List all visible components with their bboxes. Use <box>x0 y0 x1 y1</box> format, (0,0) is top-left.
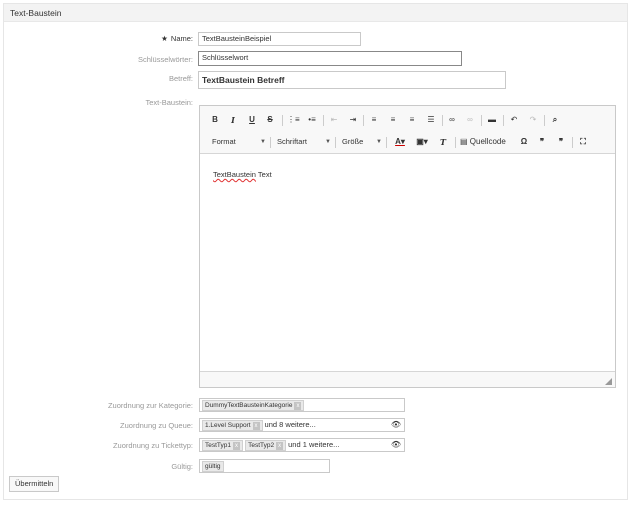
align-justify-icon[interactable]: ☰ <box>425 114 437 126</box>
tag-remove-icon[interactable]: x <box>233 442 241 450</box>
snippet-icon[interactable]: ❞ <box>554 136 568 148</box>
submit-button[interactable]: Übermitteln <box>9 476 60 492</box>
eye-icon[interactable]: 👁 <box>391 419 401 431</box>
editor-content-rest: Text <box>255 170 272 179</box>
queue-more[interactable]: und 8 weitere... <box>265 420 316 429</box>
keywords-label: Schlüsselwörter: <box>137 55 193 64</box>
queue-select[interactable]: 1.Level Support x und 8 weitere... 👁 <box>199 418 405 432</box>
panel-title: Text-Baustein <box>10 8 62 18</box>
panel-header: Text-Baustein <box>4 4 627 22</box>
tickettype-select[interactable]: TestTyp1 x TestTyp2 x und 1 weitere... 👁 <box>199 438 405 452</box>
tickettype-tag: TestTyp2 x <box>245 440 287 451</box>
name-input[interactable]: TextBausteinBeispiel <box>198 32 361 46</box>
category-tag: DummyTextBausteinKategorie x <box>202 400 305 411</box>
blockquote-icon[interactable]: ❞ <box>536 136 548 148</box>
resize-handle-icon[interactable] <box>605 378 612 385</box>
tickettype-more[interactable]: und 1 weitere... <box>288 440 339 449</box>
eye-icon[interactable]: 👁 <box>391 439 401 451</box>
font-select[interactable]: Schriftart ▼ <box>277 136 331 148</box>
text-color-icon[interactable]: A▾ <box>392 136 408 148</box>
chevron-down-icon: ▼ <box>260 139 266 145</box>
bullet-list-icon[interactable]: •≡ <box>306 114 318 126</box>
source-icon: ▤ <box>460 137 468 146</box>
tickettype-tag: TestTyp1 x <box>202 440 244 451</box>
undo-icon[interactable]: ↶ <box>508 114 520 126</box>
queue-label: Zuordnung zu Queue: <box>120 421 193 430</box>
rich-text-editor: B I U S ⋮≡ •≡ ⇤ ⇥ ≡ ≡ ≡ ☰ ∞ ∞ ▬ ↶ ↷ ⌕ Fo… <box>199 105 616 388</box>
tag-remove-icon[interactable]: x <box>294 402 302 410</box>
keywords-input[interactable]: Schlüsselwort <box>198 51 462 66</box>
tag-remove-icon[interactable]: x <box>252 422 260 430</box>
required-icon: ★ <box>161 34 168 43</box>
fullscreen-icon[interactable]: ⛶ <box>577 136 589 148</box>
outdent-icon[interactable]: ⇤ <box>328 114 340 126</box>
align-left-icon[interactable]: ≡ <box>368 114 380 126</box>
background-color-icon[interactable]: ▣▾ <box>414 136 430 148</box>
source-button[interactable]: ▤ Quellcode <box>460 136 514 148</box>
bold-button[interactable]: B <box>209 114 221 126</box>
underline-button[interactable]: U <box>246 114 258 126</box>
subject-input[interactable]: TextBaustein Betreff <box>198 71 506 89</box>
category-select[interactable]: DummyTextBausteinKategorie x <box>199 398 405 412</box>
strikethrough-button[interactable]: S <box>264 114 276 126</box>
find-icon[interactable]: ⌕ <box>549 114 561 126</box>
numbered-list-icon[interactable]: ⋮≡ <box>287 114 300 126</box>
editor-toolbar: B I U S ⋮≡ •≡ ⇤ ⇥ ≡ ≡ ≡ ☰ ∞ ∞ ▬ ↶ ↷ ⌕ Fo… <box>200 106 615 154</box>
remove-format-icon[interactable]: T <box>438 136 448 148</box>
chevron-down-icon: ▼ <box>325 139 331 145</box>
editor-content-word: TextBaustein <box>213 170 256 179</box>
valid-label: Gültig: <box>171 462 193 471</box>
tickettype-label: Zuordnung zu Tickettyp: <box>112 441 193 450</box>
format-select[interactable]: Format ▼ <box>212 136 266 148</box>
category-label: Zuordnung zur Kategorie: <box>107 401 193 410</box>
special-char-icon[interactable]: Ω <box>518 136 530 148</box>
name-label: ★ Name: <box>161 34 193 43</box>
editor-statusbar <box>200 371 615 387</box>
link-icon[interactable]: ∞ <box>446 114 458 126</box>
queue-tag: 1.Level Support x <box>202 420 263 431</box>
tag-remove-icon[interactable]: x <box>276 442 284 450</box>
subject-label: Betreff: <box>168 74 193 83</box>
redo-icon[interactable]: ↷ <box>527 114 539 126</box>
chevron-down-icon: ▼ <box>376 139 382 145</box>
indent-icon[interactable]: ⇥ <box>347 114 359 126</box>
editor-content[interactable]: TextBaustein Text <box>213 170 272 179</box>
unlink-icon[interactable]: ∞ <box>464 114 476 126</box>
horizontal-rule-icon[interactable]: ▬ <box>486 114 498 126</box>
valid-select[interactable]: gültig <box>199 459 330 473</box>
text-label: Text-Baustein: <box>145 98 193 107</box>
size-select[interactable]: Größe ▼ <box>342 136 382 148</box>
valid-tag: gültig <box>202 461 224 472</box>
italic-button[interactable]: I <box>228 114 238 126</box>
align-right-icon[interactable]: ≡ <box>406 114 418 126</box>
align-center-icon[interactable]: ≡ <box>387 114 399 126</box>
